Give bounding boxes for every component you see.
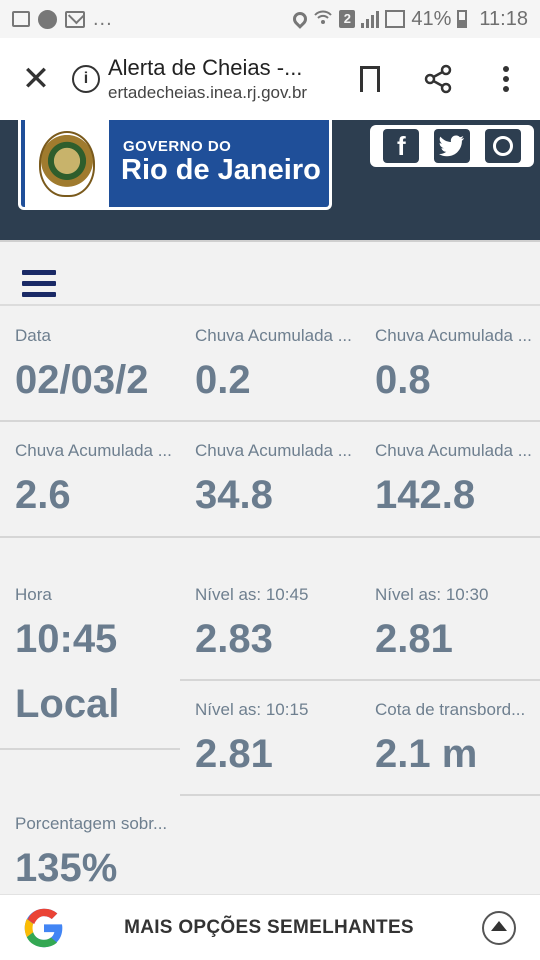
page-url: ertadecheias.inea.rj.gov.br (108, 83, 308, 102)
data-value: 2.83 (195, 617, 273, 661)
gallery-icon (12, 11, 30, 27)
status-bar: ... 2 41% 11:18 (0, 0, 540, 38)
government-logo[interactable]: GOVERNO DO Rio de Janeiro (18, 120, 332, 210)
page-title-block[interactable]: Alerta de Cheias -... ertadecheias.inea.… (108, 54, 336, 104)
coat-of-arms-icon (25, 120, 109, 207)
instagram-icon[interactable] (484, 129, 521, 163)
share-button[interactable] (404, 38, 472, 120)
data-cell: Chuva Acumulada ... 0.2 (195, 326, 363, 426)
screen: ... 2 41% 11:18 ✕ i Alerta de Cheias -..… (0, 0, 540, 960)
battery-icon (457, 10, 468, 28)
data-value: 135% (15, 846, 118, 890)
google-icon (24, 908, 63, 947)
time-value: 10:45 (15, 617, 118, 661)
menu-icon[interactable] (22, 270, 56, 298)
data-value: 34.8 (195, 473, 273, 517)
data-label: Chuva Acumulada ... (195, 441, 352, 460)
data-label: Chuva Acumulada ... (375, 441, 532, 460)
row-divider (180, 679, 540, 681)
data-value: 2.6 (15, 473, 71, 517)
signal-secondary-icon (385, 10, 406, 28)
time-zone-value: Local (15, 682, 120, 726)
data-label: Chuva Acumulada ... (15, 441, 172, 460)
signal-icon (361, 10, 380, 28)
bookmark-button[interactable] (336, 38, 404, 120)
data-value: 0.2 (195, 358, 251, 402)
bookmark-icon (360, 66, 380, 100)
data-cell: Cota de transbord... 2.1 m (375, 700, 535, 796)
data-label: Hora (15, 585, 52, 604)
more-options-button[interactable] (472, 38, 540, 120)
data-label: Cota de transbord... (375, 700, 526, 719)
site-header: GOVERNO DO Rio de Janeiro f (0, 120, 540, 240)
data-label: Chuva Acumulada ... (375, 326, 532, 345)
time-cell: Hora 10:45 Local (15, 585, 180, 745)
wifi-icon (313, 8, 333, 31)
data-cell: Data 02/03/2 (15, 326, 183, 426)
logo-line2: Rio de Janeiro (121, 154, 321, 186)
data-label: Nível as: 10:30 (375, 585, 489, 604)
data-cell: Chuva Acumulada ... 34.8 (195, 441, 363, 541)
data-value: 142.8 (375, 473, 476, 517)
row-divider (0, 420, 540, 422)
chevron-up-icon (491, 921, 507, 931)
logo-line1: GOVERNO DO (123, 138, 232, 155)
data-value: 02/03/2 (15, 358, 149, 402)
data-value: 2.81 (195, 732, 273, 776)
more-vert-icon (503, 66, 509, 92)
globe-icon (38, 9, 57, 29)
data-cell: Nível as: 10:45 2.83 (195, 585, 363, 681)
data-label: Porcentagem sobr... (15, 814, 168, 833)
data-cell: Chuva Acumulada ... 142.8 (375, 441, 540, 541)
row-divider (0, 536, 540, 538)
row-divider (0, 748, 180, 750)
data-cell: Nível as: 10:30 2.81 (375, 585, 540, 681)
data-label: Data (15, 326, 51, 345)
data-cell: Nível as: 10:15 2.81 (195, 700, 363, 796)
expand-up-button[interactable] (482, 910, 516, 945)
twitter-icon[interactable] (433, 129, 470, 163)
page-title: Alerta de Cheias -... (108, 55, 303, 80)
data-value: 2.81 (375, 617, 453, 661)
clock: 11:18 (479, 7, 528, 30)
data-value: 2.1 m (375, 732, 478, 776)
data-value: 0.8 (375, 358, 431, 402)
location-icon (290, 9, 311, 29)
mail-icon (65, 10, 85, 28)
site-info-icon[interactable]: i (72, 65, 100, 93)
data-cell: Porcentagem sobr... 135% (15, 814, 183, 894)
data-label: Chuva Acumulada ... (195, 326, 352, 345)
data-label: Nível as: 10:45 (195, 585, 309, 604)
social-links: f (370, 125, 534, 167)
menu-bar (0, 240, 540, 306)
data-cell: Chuva Acumulada ... 0.8 (375, 326, 540, 426)
browser-toolbar: ✕ i Alerta de Cheias -... ertadecheias.i… (0, 38, 540, 120)
facebook-icon[interactable]: f (383, 129, 420, 163)
related-options-bar[interactable]: MAIS OPÇÕES SEMELHANTES (0, 894, 540, 960)
sim2-icon: 2 (339, 10, 356, 28)
more-options-label: MAIS OPÇÕES SEMELHANTES (124, 916, 414, 938)
battery-percent: 41% (411, 7, 452, 30)
share-icon (424, 64, 452, 94)
data-cell: Chuva Acumulada ... 2.6 (15, 441, 183, 541)
data-label: Nível as: 10:15 (195, 700, 309, 719)
row-divider (180, 794, 540, 796)
more-notifications-icon: ... (93, 7, 113, 30)
close-icon[interactable]: ✕ (0, 38, 72, 120)
